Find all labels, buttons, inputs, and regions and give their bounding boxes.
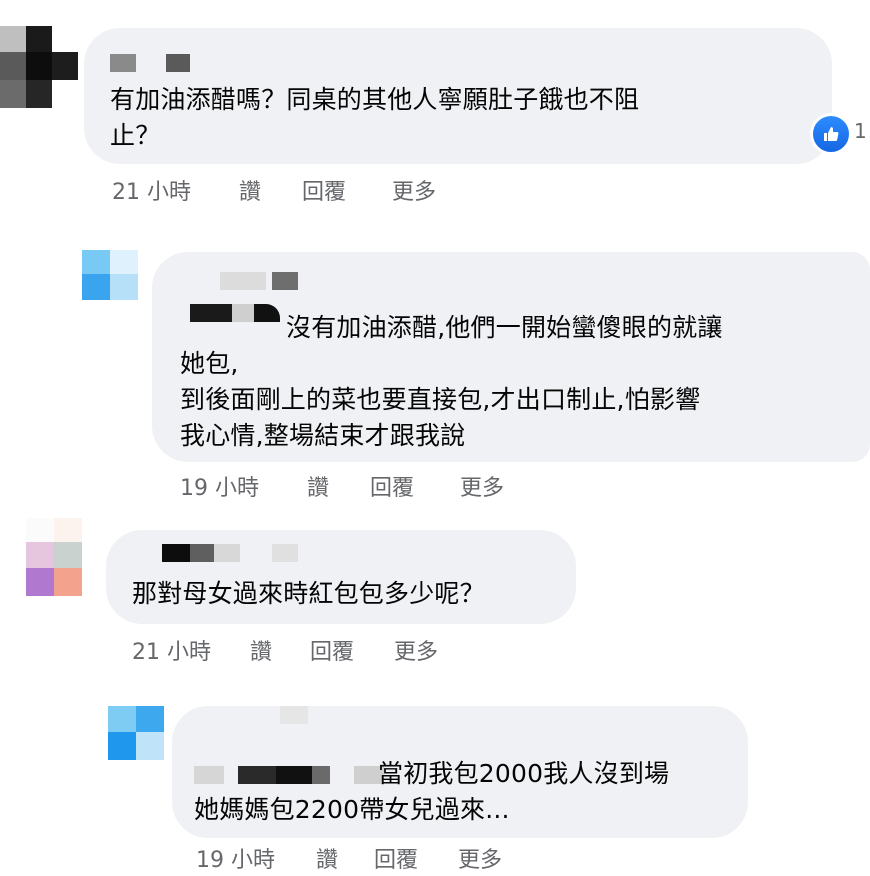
like-link[interactable]: 讚 <box>316 846 338 876</box>
timestamp[interactable]: 21 小時 <box>112 178 191 208</box>
timestamp[interactable]: 19 小時 <box>196 846 275 876</box>
comment-meta: 21 小時 讚 回覆 更多 <box>112 178 512 208</box>
comment-bubble: 沒有加油添醋,他們一開始蠻傻眼的就讓 她包, 到後面剛上的菜也要直接包,才出口制… <box>152 252 870 462</box>
avatar-pixelated[interactable] <box>82 250 138 300</box>
author-name-redacted[interactable] <box>110 54 190 74</box>
reply-link[interactable]: 回覆 <box>374 846 418 876</box>
avatar-pixelated[interactable] <box>108 706 164 760</box>
comment-meta: 21 小時 讚 回覆 更多 <box>132 638 532 668</box>
comment-text: 當初我包2000我人沒到場 她媽媽包2200帶女兒過來... <box>194 759 670 824</box>
like-link[interactable]: 讚 <box>307 474 329 504</box>
avatar-pixelated[interactable] <box>26 518 82 598</box>
more-link[interactable]: 更多 <box>394 638 438 668</box>
comment-bubble: 當初我包2000我人沒到場 她媽媽包2200帶女兒過來... <box>172 706 748 838</box>
comment-text: 有加油添醋嗎？同桌的其他人寧願肚子餓也不阻 止？ <box>110 85 640 150</box>
thumbs-up-icon <box>810 113 852 155</box>
author-name-redacted[interactable] <box>280 706 320 726</box>
avatar-pixelated[interactable] <box>0 26 80 110</box>
comment-text: 那對母女過來時紅包包多少呢？ <box>132 579 485 608</box>
comment-meta: 19 小時 讚 回覆 更多 <box>196 846 596 876</box>
like-link[interactable]: 讚 <box>239 178 261 208</box>
author-name-redacted[interactable] <box>162 544 302 564</box>
author-name-redacted[interactable] <box>220 272 310 292</box>
timestamp[interactable]: 21 小時 <box>132 638 211 668</box>
reaction-badge[interactable]: 1 <box>810 113 870 155</box>
comment-bubble: 那對母女過來時紅包包多少呢？ <box>106 530 576 624</box>
comment-meta: 19 小時 讚 回覆 更多 <box>180 474 580 504</box>
comment-bubble: 有加油添醋嗎？同桌的其他人寧願肚子餓也不阻 止？ <box>84 28 832 164</box>
timestamp[interactable]: 19 小時 <box>180 474 259 504</box>
reply-link[interactable]: 回覆 <box>370 474 414 504</box>
more-link[interactable]: 更多 <box>392 178 436 208</box>
more-link[interactable]: 更多 <box>458 846 502 876</box>
reply-link[interactable]: 回覆 <box>302 178 346 208</box>
like-link[interactable]: 讚 <box>250 638 272 668</box>
comment-text: 沒有加油添醋,他們一開始蠻傻眼的就讓 她包, 到後面剛上的菜也要直接包,才出口制… <box>180 313 723 450</box>
reaction-count: 1 <box>854 119 867 143</box>
reply-link[interactable]: 回覆 <box>310 638 354 668</box>
more-link[interactable]: 更多 <box>460 474 504 504</box>
